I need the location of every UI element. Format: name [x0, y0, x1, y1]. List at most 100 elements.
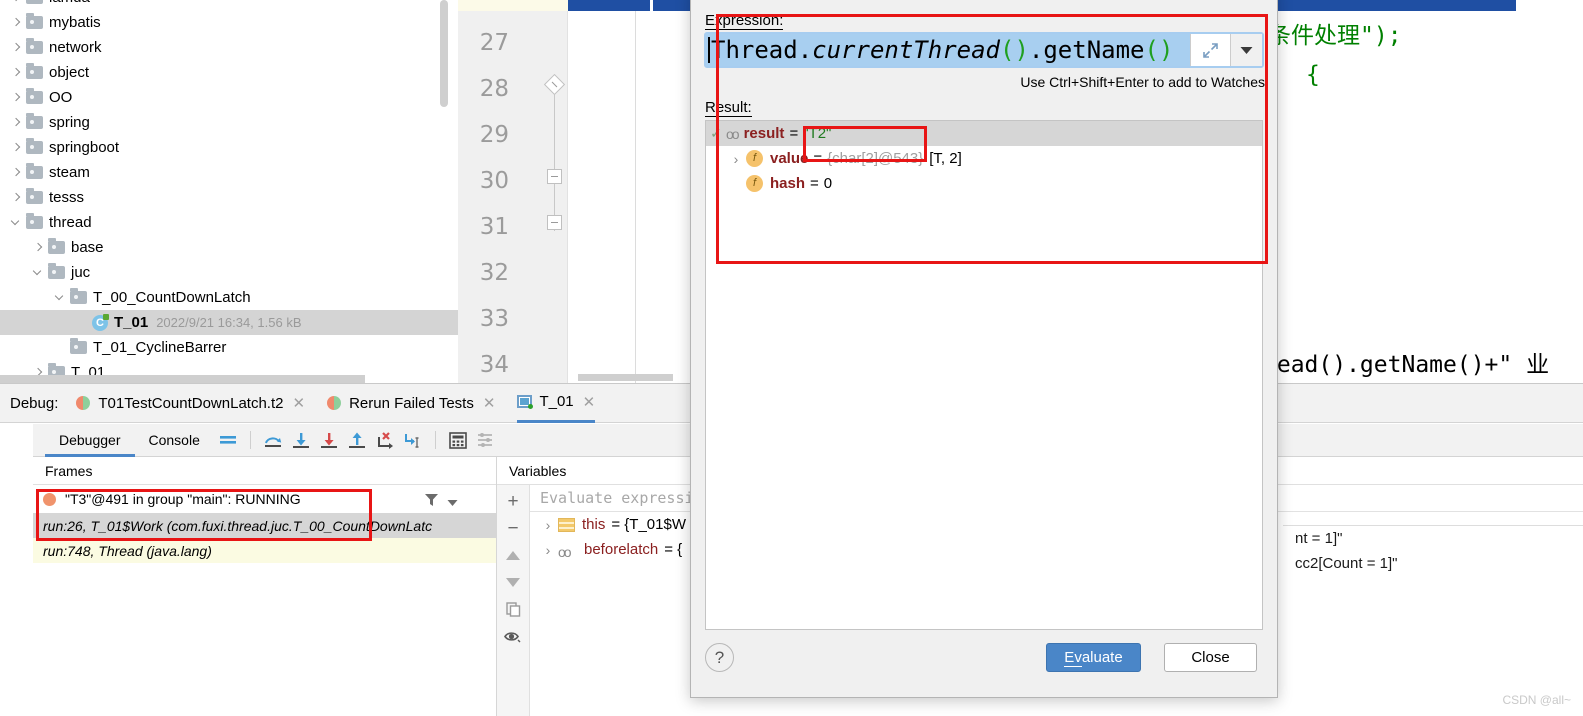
chevron-right-icon[interactable]: › — [726, 151, 746, 167]
chevron-down-icon[interactable] — [10, 216, 23, 229]
tree-item-spring[interactable]: spring — [0, 110, 458, 135]
editor-gutter[interactable]: 27 28 29 30 31 32 33 34 — [458, 0, 568, 383]
tree-item-lamda[interactable]: lamda — [0, 0, 458, 10]
line-number: 33 — [479, 306, 509, 332]
tree-item-steam[interactable]: steam — [0, 160, 458, 185]
close-icon[interactable]: ✕ — [583, 393, 596, 411]
project-tree-panel[interactable]: lamda mybatis network object OO spring springb… — [0, 0, 458, 383]
line-number: 30 — [479, 168, 509, 194]
thread-label: "T3"@491 in group "main": RUNNING — [65, 491, 301, 507]
tree-item-label: network — [49, 39, 102, 56]
object-icon: oo — [558, 543, 572, 560]
result-tree[interactable]: ✓ oo result = "T2" › f value = {char[2]@… — [705, 120, 1263, 630]
tree-item-t-01[interactable]: C T_01 2022/9/21 16:34, 1.56 kB — [0, 310, 458, 335]
chevron-down-icon[interactable] — [32, 266, 45, 279]
tree-item-mybatis[interactable]: mybatis — [0, 10, 458, 35]
copy-icon[interactable] — [500, 596, 526, 623]
tree-item-t-00-countdownlatch[interactable]: T_00_CountDownLatch — [0, 285, 458, 310]
watch-icon[interactable] — [500, 623, 526, 650]
chevron-right-icon[interactable] — [10, 116, 23, 129]
tab-console[interactable]: Console — [135, 424, 214, 457]
project-tree-hscrollbar[interactable] — [0, 375, 365, 383]
move-down-icon[interactable] — [500, 569, 526, 596]
code-fold-marker[interactable] — [547, 169, 562, 184]
debug-tab-t01[interactable]: T_01 ✕ — [517, 383, 596, 423]
force-step-into-icon[interactable] — [315, 428, 343, 452]
tree-item-t-01-cyclinebarrer[interactable]: T_01_CyclineBarrer — [0, 335, 458, 360]
chevron-right-icon[interactable] — [10, 91, 23, 104]
result-value: 0 — [823, 175, 833, 192]
frames-list[interactable]: "T3"@491 in group "main": RUNNING run:26… — [33, 485, 496, 716]
chevron-right-icon[interactable] — [10, 16, 23, 29]
settings-icon[interactable] — [472, 428, 500, 452]
tree-item-tesss[interactable]: tesss — [0, 185, 458, 210]
chevron-right-icon[interactable] — [10, 41, 23, 54]
chevron-right-icon[interactable] — [10, 66, 23, 79]
expression-label: Expression: — [705, 12, 784, 30]
close-icon[interactable]: ✕ — [292, 394, 305, 412]
expand-editor-icon[interactable] — [1190, 34, 1230, 66]
frames-header: Frames — [33, 457, 496, 485]
result-name: value — [770, 150, 809, 167]
folder-icon — [26, 163, 43, 179]
frames-thread-selector[interactable]: "T3"@491 in group "main": RUNNING — [33, 485, 496, 513]
tree-item-base[interactable]: base — [0, 235, 458, 260]
chevron-right-icon[interactable] — [32, 241, 45, 254]
folder-icon — [26, 213, 43, 229]
drop-frame-icon[interactable] — [371, 428, 399, 452]
field-icon: f — [746, 150, 763, 167]
evaluate-expression-icon[interactable] — [444, 428, 472, 452]
run-to-cursor-icon[interactable] — [399, 428, 427, 452]
chevron-right-icon[interactable] — [10, 141, 23, 154]
java-class-icon: C — [92, 313, 109, 331]
code-fold-marker[interactable] — [543, 73, 566, 96]
tree-item-network[interactable]: network — [0, 35, 458, 60]
tree-item-object[interactable]: object — [0, 60, 458, 85]
remove-icon[interactable]: − — [500, 515, 526, 542]
expression-text: Thread.currentThread().getName() — [711, 36, 1174, 64]
close-button[interactable]: Close — [1164, 643, 1257, 672]
run-config-icon — [76, 396, 91, 410]
chevron-down-icon[interactable] — [54, 291, 67, 304]
step-out-icon[interactable] — [343, 428, 371, 452]
debug-tab-rerun-failed-tests[interactable]: Rerun Failed Tests ✕ — [327, 383, 495, 423]
chevron-right-icon[interactable] — [10, 0, 23, 4]
chevron-down-icon[interactable] — [447, 494, 458, 510]
chevron-right-icon[interactable] — [10, 166, 23, 179]
chevron-down-icon[interactable] — [1230, 34, 1262, 66]
chevron-right-icon[interactable]: › — [538, 517, 558, 533]
add-icon[interactable]: + — [500, 488, 526, 515]
filter-icon[interactable] — [424, 493, 439, 510]
tab-debugger[interactable]: Debugger — [45, 424, 135, 457]
step-over-icon[interactable] — [259, 428, 287, 452]
result-row-result[interactable]: ✓ oo result = "T2" — [706, 121, 1262, 146]
field-icon — [558, 517, 575, 532]
folder-icon — [26, 0, 43, 4]
equals-sign: = — [813, 150, 823, 167]
tree-item-springboot[interactable]: springboot — [0, 135, 458, 160]
result-row-hash[interactable]: f hash = 0 — [706, 171, 1262, 196]
equals-sign: = — [810, 175, 819, 192]
evaluate-button[interactable]: Ev aluate — [1046, 643, 1141, 672]
tree-item-juc[interactable]: juc — [0, 260, 458, 285]
chevron-right-icon[interactable]: › — [538, 542, 558, 558]
result-row-value[interactable]: › f value = {char[2]@543} [T, 2] — [706, 146, 1262, 171]
frame-row[interactable]: run:748, Thread (java.lang) — [33, 538, 496, 563]
move-up-icon[interactable] — [500, 542, 526, 569]
code-fold-marker[interactable] — [547, 215, 562, 230]
expression-input[interactable]: Thread.currentThread().getName() — [704, 32, 1264, 68]
help-button[interactable]: ? — [705, 643, 734, 672]
project-tree-scrollbar[interactable] — [440, 0, 448, 107]
chevron-right-icon[interactable] — [10, 191, 23, 204]
debug-tab-t01testcountdownlatch[interactable]: T01TestCountDownLatch.t2 ✕ — [76, 383, 305, 423]
close-icon[interactable]: ✕ — [483, 394, 496, 412]
watches-hint: Use Ctrl+Shift+Enter to add to Watches — [1020, 74, 1265, 90]
editor-hscrollbar[interactable] — [578, 374, 673, 381]
show-execution-point-icon[interactable] — [214, 428, 242, 452]
tree-item-thread[interactable]: thread — [0, 210, 458, 235]
tree-item-oo[interactable]: OO — [0, 85, 458, 110]
step-into-icon[interactable] — [287, 428, 315, 452]
frame-row[interactable]: run:26, T_01$Work (com.fuxi.thread.juc.T… — [33, 513, 496, 538]
expanded-check-icon[interactable]: ✓ — [706, 125, 726, 142]
